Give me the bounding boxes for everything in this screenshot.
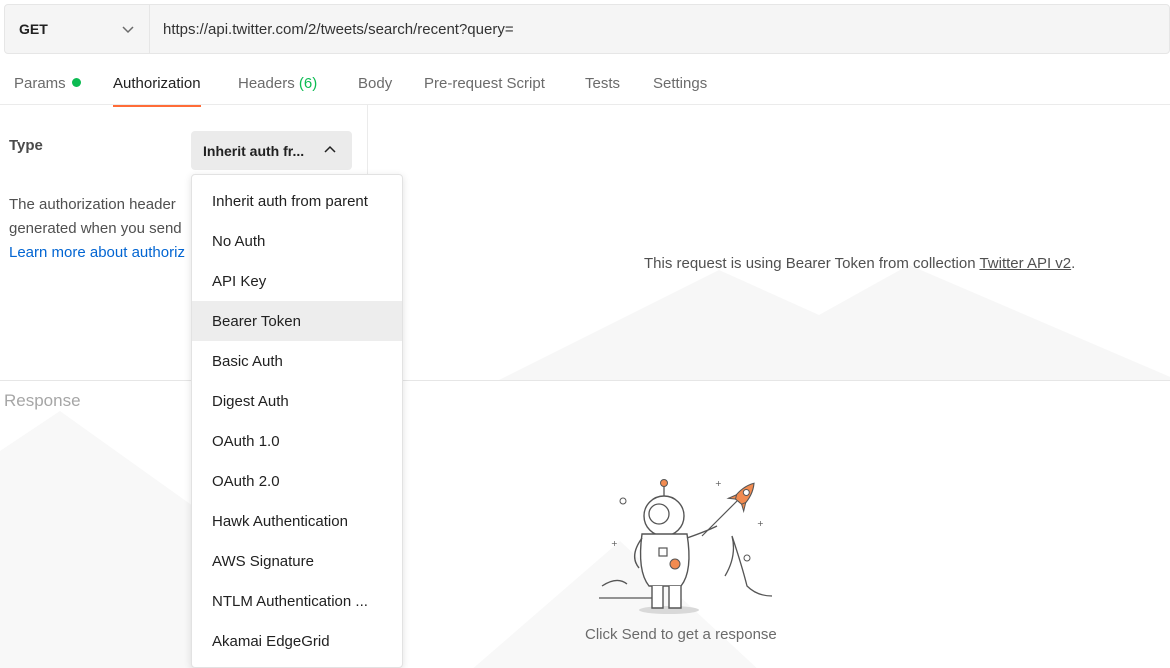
response-title: Response (4, 391, 81, 410)
dropdown-option-aws-signature[interactable]: AWS Signature (192, 541, 402, 581)
send-hint-text: Click Send to get a response (585, 626, 777, 643)
auth-info-panel: This request is using Bearer Token from … (369, 105, 1170, 380)
background-mountain-shape (499, 265, 1170, 380)
method-label: GET (19, 21, 48, 37)
auth-type-dropdown: Inherit auth from parent No Auth API Key… (191, 174, 403, 668)
tab-pre-request-script[interactable]: Pre-request Script (424, 75, 545, 105)
tab-tests-label: Tests (585, 75, 621, 92)
response-pane: Response + + + Click Send to get a respo… (0, 380, 1170, 668)
inherit-auth-message: This request is using Bearer Token from … (644, 255, 1075, 272)
request-bar: GET https://api.twitter.com/2/tweets/sea… (4, 4, 1170, 54)
tab-authorization[interactable]: Authorization (113, 75, 201, 107)
chevron-up-icon (324, 145, 336, 153)
tab-params-label: Params (14, 75, 66, 92)
collection-link[interactable]: Twitter API v2 (979, 255, 1071, 272)
dropdown-option-hawk[interactable]: Hawk Authentication (192, 501, 402, 541)
dropdown-option-inherit-auth[interactable]: Inherit auth from parent (192, 181, 402, 221)
dropdown-option-bearer-token[interactable]: Bearer Token (192, 301, 402, 341)
dropdown-option-oauth1[interactable]: OAuth 1.0 (192, 421, 402, 461)
tab-settings-label: Settings (653, 75, 708, 92)
dropdown-option-oauth2[interactable]: OAuth 2.0 (192, 461, 402, 501)
tab-headers-label: Headers (238, 75, 295, 92)
tab-authorization-label: Authorization (113, 75, 201, 92)
svg-text:+: + (611, 539, 618, 548)
url-input[interactable]: https://api.twitter.com/2/tweets/search/… (150, 5, 1169, 53)
method-select[interactable]: GET (5, 5, 150, 53)
svg-text:+: + (715, 479, 722, 488)
tab-settings[interactable]: Settings (653, 75, 707, 105)
tab-params[interactable]: Params (14, 75, 81, 105)
astronaut-rocket-illustration: + + + (599, 479, 773, 614)
inherit-auth-message-text: This request is using Bearer Token from … (644, 255, 980, 272)
auth-type-select[interactable]: Inherit auth fr... (191, 131, 352, 170)
chevron-down-icon (122, 26, 134, 34)
params-indicator-dot (71, 78, 81, 87)
dropdown-option-no-auth[interactable]: No Auth (192, 221, 402, 261)
tab-body-label: Body (358, 75, 393, 92)
auth-description-line1: The authorization header (9, 196, 176, 213)
dropdown-option-akamai[interactable]: Akamai EdgeGrid (192, 621, 402, 661)
auth-description: The authorization header generated when … (9, 193, 194, 265)
type-label: Type (9, 137, 43, 154)
dropdown-option-digest-auth[interactable]: Digest Auth (192, 381, 402, 421)
dropdown-option-api-key[interactable]: API Key (192, 261, 402, 301)
dropdown-option-ntlm[interactable]: NTLM Authentication ... (192, 581, 402, 621)
auth-description-line2: generated when you send (9, 220, 182, 237)
dropdown-option-basic-auth[interactable]: Basic Auth (192, 341, 402, 381)
tab-body[interactable]: Body (358, 75, 392, 105)
auth-type-selected: Inherit auth fr... (203, 142, 305, 159)
request-tabs: Params Authorization Headers (6) Body Pr… (0, 60, 1170, 107)
tab-pre-request-script-label: Pre-request Script (424, 75, 545, 92)
tab-headers[interactable]: Headers (6) (238, 75, 317, 105)
svg-text:+: + (757, 519, 764, 528)
inherit-auth-message-suffix: . (1071, 255, 1076, 272)
headers-count: (6) (298, 75, 318, 92)
url-text: https://api.twitter.com/2/tweets/search/… (163, 20, 514, 38)
tab-tests[interactable]: Tests (585, 75, 620, 105)
learn-more-link[interactable]: Learn more about authoriz (9, 241, 194, 265)
